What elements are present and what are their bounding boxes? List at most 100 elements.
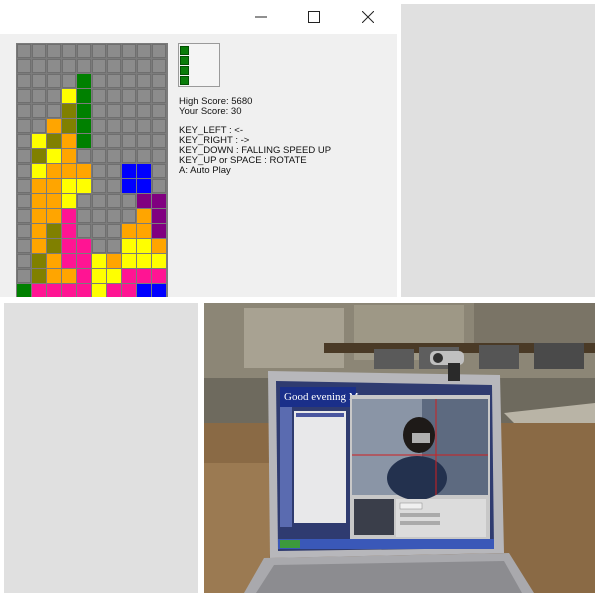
board-cell-empty [137,149,151,163]
board-cell-empty [137,74,151,88]
photo-illustration: Good evening Me [204,303,595,593]
board-cell-yellow [92,269,106,283]
board-cell-empty [17,209,31,223]
board-cell-empty [92,209,106,223]
board-cell-empty [107,44,121,58]
board-cell-empty [92,74,106,88]
board-cell-orange [47,209,61,223]
empty-panel-top-right [401,4,595,297]
board-cell-empty [17,104,31,118]
board-cell-empty [47,59,61,73]
board-cell-empty [77,194,91,208]
board-cell-orange [47,119,61,133]
board-cell-green [17,284,31,297]
board-cell-yellow [77,179,91,193]
board-cell-empty [17,89,31,103]
board-cell-empty [152,59,166,73]
board-cell-magenta [32,284,46,297]
board-cell-empty [32,104,46,118]
tetris-window: High Score: 5680 Your Score: 30 KEY_LEFT… [0,0,397,297]
board-cell-yellow [107,269,121,283]
board-cell-empty [17,149,31,163]
board-cell-empty [32,59,46,73]
board-cell-empty [92,164,106,178]
board-cell-magenta [47,284,61,297]
minimize-icon [255,16,267,18]
board-cell-orange [62,164,76,178]
board-cell-empty [92,149,106,163]
board-cell-green [77,89,91,103]
board-cell-yellow [122,239,136,253]
board-cell-magenta [62,284,76,297]
board-cell-orange [32,239,46,253]
next-piece-block [180,46,189,55]
board-cell-magenta [77,284,91,297]
close-button[interactable] [345,0,391,34]
board-cell-empty [92,224,106,238]
board-cell-empty [47,74,61,88]
board-cell-empty [122,149,136,163]
board-cell-green [77,74,91,88]
board-cell-yellow [137,239,151,253]
minimize-button[interactable] [238,0,284,34]
laptop-webcam-photo: Good evening Me [204,303,595,593]
board-cell-empty [92,239,106,253]
board-cell-empty [77,209,91,223]
board-cell-empty [107,209,121,223]
board-cell-magenta [77,239,91,253]
board-cell-empty [122,209,136,223]
board-cell-yellow [152,254,166,268]
board-cell-empty [17,59,31,73]
board-cell-magenta [77,254,91,268]
maximize-button[interactable] [291,0,337,34]
board-cell-orange [77,164,91,178]
board-cell-empty [107,194,121,208]
board-cell-empty [17,44,31,58]
board-cell-empty [17,119,31,133]
board-cell-empty [137,134,151,148]
board-cell-empty [17,254,31,268]
board-cell-orange [137,209,151,223]
board-cell-olive [47,239,61,253]
board-cell-empty [137,59,151,73]
board-cell-empty [122,74,136,88]
board-cell-empty [107,134,121,148]
board-cell-purple [152,209,166,223]
board-cell-blue [152,284,166,297]
board-cell-empty [92,194,106,208]
board-cell-empty [92,104,106,118]
board-cell-yellow [137,254,151,268]
board-cell-empty [77,224,91,238]
next-piece-block [180,66,189,75]
board-cell-yellow [32,164,46,178]
board-cell-blue [137,284,151,297]
board-cell-purple [137,194,151,208]
maximize-icon [308,11,320,23]
game-board[interactable] [16,43,168,297]
board-cell-empty [122,44,136,58]
board-cell-empty [107,104,121,118]
board-cell-blue [137,179,151,193]
board-cell-empty [137,119,151,133]
board-cell-empty [107,164,121,178]
board-cell-purple [152,224,166,238]
board-cell-empty [92,119,106,133]
board-cell-blue [137,164,151,178]
board-cell-empty [107,179,121,193]
board-cell-empty [137,89,151,103]
board-cell-olive [47,134,61,148]
board-cell-empty [77,149,91,163]
board-cell-orange [32,209,46,223]
board-cell-empty [107,119,121,133]
board-cell-orange [62,149,76,163]
board-cell-empty [17,224,31,238]
board-cell-empty [47,44,61,58]
board-cell-empty [107,224,121,238]
board-cell-orange [62,134,76,148]
board-cell-orange [47,179,61,193]
board-cell-empty [107,239,121,253]
board-cell-empty [107,59,121,73]
board-cell-yellow [92,284,106,297]
board-cell-empty [17,269,31,283]
board-cell-empty [92,89,106,103]
